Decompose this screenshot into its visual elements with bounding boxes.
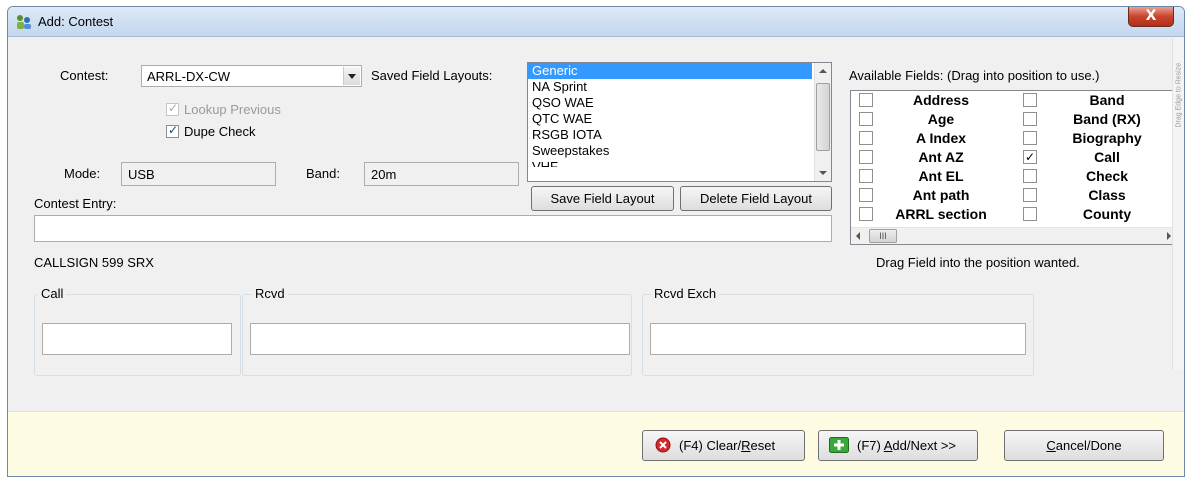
rcvd-label: Rcvd — [252, 286, 288, 301]
add-label-suffix: dd/Next >> — [892, 438, 957, 453]
resize-handle[interactable]: Drag Edge to Resize — [1172, 38, 1184, 370]
available-fields-grid[interactable]: Address Age A Index Ant AZ Ant EL Ant path ARR… — [850, 90, 1177, 245]
field-name[interactable]: County — [1037, 205, 1176, 224]
field-name[interactable]: Ant path — [871, 186, 1011, 205]
plus-icon — [829, 437, 849, 453]
available-fields-label: Available Fields: (Drag into position to… — [849, 68, 1100, 83]
checkbox-box — [166, 123, 179, 138]
rcvd-input[interactable] — [250, 323, 630, 355]
scroll-right-icon[interactable] — [1167, 232, 1171, 240]
field-checkbox[interactable]: ✓ — [1023, 150, 1037, 164]
field-checkbox[interactable] — [1023, 112, 1037, 126]
window-title: Add: Contest — [38, 14, 114, 29]
lookup-previous-label: Lookup Previous — [184, 102, 281, 117]
contest-combo[interactable]: ARRL-DX-CW — [141, 65, 362, 87]
fields-hscrollbar[interactable]: III — [851, 227, 1176, 244]
list-item[interactable]: VHF — [528, 159, 831, 167]
rcvd-exch-group: Rcvd Exch — [642, 286, 1034, 376]
field-name[interactable]: Age — [871, 110, 1011, 129]
checkbox-box — [166, 101, 179, 116]
mode-value: USB — [128, 167, 155, 182]
lookup-previous-checkbox[interactable]: Lookup Previous — [166, 101, 281, 117]
field-name[interactable]: ARRL section — [871, 205, 1011, 224]
add-label-prefix: (F7) — [857, 438, 884, 453]
field-name[interactable]: A Index — [871, 129, 1011, 148]
clear-label-suffix: eset — [750, 438, 776, 453]
layouts-scrollbar[interactable] — [814, 63, 831, 181]
scroll-thumb[interactable] — [816, 83, 830, 151]
field-checkbox[interactable] — [1023, 131, 1037, 145]
scroll-up-icon[interactable] — [819, 69, 827, 73]
list-item[interactable]: RSGB IOTA — [528, 127, 831, 143]
field-checkbox[interactable] — [1023, 93, 1037, 107]
dialog-body: Contest: ARRL-DX-CW Lookup Previous Dupe… — [8, 38, 1184, 476]
clear-icon — [655, 437, 671, 453]
cancel-label-suffix: ancel/Done — [1055, 438, 1122, 453]
clear-label-prefix: (F4) Clear/ — [679, 438, 742, 453]
add-contest-window: Add: Contest X Contest: ARRL-DX-CW Looku… — [7, 6, 1185, 477]
field-name[interactable]: Band (RX) — [1037, 110, 1176, 129]
app-icon — [17, 15, 31, 29]
field-checkbox[interactable] — [1023, 169, 1037, 183]
call-group: Call — [34, 286, 241, 376]
delete-field-layout-button[interactable]: Delete Field Layout — [680, 186, 832, 211]
field-name[interactable]: Check — [1037, 167, 1176, 186]
resize-hint: Drag Edge to Resize — [1175, 62, 1183, 128]
field-name[interactable]: Band — [1037, 91, 1176, 110]
clear-label-key: R — [741, 438, 751, 453]
dupe-check-label: Dupe Check — [184, 124, 256, 139]
rcvd-exch-label: Rcvd Exch — [651, 286, 720, 301]
field-name[interactable]: Class — [1037, 186, 1176, 205]
list-item[interactable]: QTC WAE — [528, 111, 831, 127]
mode-label: Mode: — [64, 166, 101, 181]
list-item[interactable]: QSO WAE — [528, 95, 831, 111]
clear-reset-button[interactable]: (F4) Clear/Reset — [642, 430, 805, 461]
dupe-check-checkbox[interactable]: Dupe Check — [166, 123, 256, 139]
contest-entry-label: Contest Entry: — [34, 196, 117, 211]
drag-hint: Drag Field into the position wanted. — [876, 255, 1080, 270]
chevron-down-icon[interactable] — [343, 67, 360, 85]
band-value: 20m — [371, 167, 397, 182]
call-label: Call — [38, 286, 67, 301]
add-next-button[interactable]: (F7) Add/Next >> — [818, 430, 978, 461]
contest-value: ARRL-DX-CW — [147, 69, 231, 84]
delete-field-layout-label: Delete Field Layout — [699, 191, 812, 206]
saved-layouts-list[interactable]: Generic NA Sprint QSO WAE QTC WAE RSGB I… — [527, 62, 832, 182]
list-item[interactable]: NA Sprint — [528, 79, 831, 95]
band-label: Band: — [306, 166, 340, 181]
saved-layouts-label: Saved Field Layouts: — [371, 68, 493, 83]
scroll-down-icon[interactable] — [819, 171, 827, 175]
rcvd-group: Rcvd — [242, 286, 632, 376]
exchange-format: CALLSIGN 599 SRX — [34, 255, 154, 270]
field-name[interactable]: Ant AZ — [871, 148, 1011, 167]
mode-field: USB — [121, 162, 276, 186]
field-name[interactable]: Address — [871, 91, 1011, 110]
scroll-thumb-grip: III — [879, 231, 887, 241]
save-field-layout-button[interactable]: Save Field Layout — [531, 186, 674, 211]
field-checkbox[interactable] — [1023, 207, 1037, 221]
footer-bar: (F4) Clear/Reset (F7) Add/Next >> Cancel… — [8, 411, 1184, 476]
title-bar[interactable]: Add: Contest X — [8, 7, 1184, 37]
cancel-done-button[interactable]: Cancel/Done — [1004, 430, 1164, 461]
field-name[interactable]: Call — [1037, 148, 1176, 167]
save-field-layout-label: Save Field Layout — [550, 191, 655, 206]
field-name[interactable]: Biography — [1037, 129, 1176, 148]
rcvd-exch-input[interactable] — [650, 323, 1026, 355]
contest-label: Contest: — [60, 68, 109, 83]
scroll-thumb[interactable]: III — [869, 229, 897, 243]
call-input[interactable] — [42, 323, 232, 355]
cancel-label-key: C — [1046, 438, 1056, 453]
close-button[interactable]: X — [1128, 7, 1174, 27]
close-icon: X — [1145, 8, 1157, 24]
scroll-left-icon[interactable] — [856, 232, 860, 240]
list-item[interactable]: Sweepstakes — [528, 143, 831, 159]
list-item[interactable]: Generic — [528, 63, 812, 79]
contest-entry-input[interactable] — [34, 215, 832, 242]
band-field: 20m — [364, 162, 519, 186]
field-checkbox[interactable] — [1023, 188, 1037, 202]
field-name[interactable]: Ant EL — [871, 167, 1011, 186]
